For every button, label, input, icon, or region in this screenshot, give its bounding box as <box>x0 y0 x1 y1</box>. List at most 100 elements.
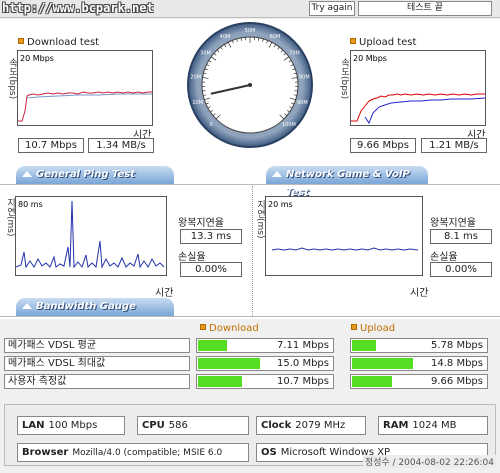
bw-upload-fill <box>352 340 376 351</box>
lan-value: 100 Mbps <box>48 420 98 431</box>
cpu-field: CPU 586 <box>137 416 249 435</box>
ram-value: 1024 MB <box>412 420 457 431</box>
bw-download-fill <box>198 358 260 369</box>
ping-chart: 80 ms <box>15 196 167 276</box>
upload-chart: 20 Mbps <box>350 50 486 126</box>
bw-upload-fill <box>352 376 392 387</box>
lan-field: LAN 100 Mbps <box>17 416 125 435</box>
download-title: Download test <box>18 37 99 48</box>
bullet-icon <box>350 38 356 44</box>
game-loss-label: 손실율 <box>430 252 458 263</box>
gauge-tick-label: 30M <box>200 51 211 57</box>
game-line <box>271 247 419 251</box>
download-scale: 20 Mbps <box>20 54 54 63</box>
ping-line <box>15 200 165 269</box>
arrow-up-icon <box>272 171 282 177</box>
try-again-button[interactable]: Try again <box>309 1 355 16</box>
gauge-tick-label: 80M <box>299 74 310 80</box>
game-rtt-label: 왕복지연율 <box>430 218 476 229</box>
ram-field: RAM 1024 MB <box>378 416 488 435</box>
bw-upload-value: 5.78 Mbps <box>431 340 483 351</box>
upload-title: Upload test <box>350 37 416 48</box>
ping-section-divider <box>0 184 500 185</box>
cpu-label: CPU <box>142 420 165 431</box>
os-label: OS <box>261 447 277 458</box>
download-mbps: 10.7 Mbps <box>18 138 84 153</box>
vertical-divider <box>252 186 253 316</box>
arrow-up-icon <box>22 303 32 309</box>
bw-upload-bar: 14.8 Mbps <box>350 356 488 371</box>
site-url: http://www.bcpark.net <box>2 1 154 15</box>
bw-download-bar: 15.0 Mbps <box>196 356 334 371</box>
speed-gauge: 0 10M 20M 30M 40M 50M 60M 70M 80M 90M 100M <box>187 22 313 148</box>
upload-scale: 20 Mbps <box>353 54 387 63</box>
browser-value: Mozilla/4.0 (compatible; MSIE 6.0 <box>72 448 223 458</box>
gauge-tick-label: 50M <box>245 28 256 34</box>
bw-upload-fill <box>352 358 413 369</box>
test-status-field: 테스트 끝 <box>358 1 492 16</box>
browser-label: Browser <box>22 447 69 458</box>
clock-field: Clock 2079 MHz <box>256 416 366 435</box>
game-chart-svg: 20 ms <box>268 200 419 251</box>
gauge-tick-label: 10M <box>192 100 203 106</box>
gauge-tick-label: 20M <box>190 74 201 80</box>
bw-upload-bar: 9.66 Mbps <box>350 374 488 389</box>
bw-upload-value: 14.8 Mbps <box>431 358 483 369</box>
upload-chart-svg: 20 Mbps <box>351 54 486 125</box>
ping-rtt-value: 13.3 ms <box>180 229 242 244</box>
arrow-up-icon <box>22 171 32 177</box>
bw-download-value: 10.7 Mbps <box>277 376 329 387</box>
bw-row-label: 메가패스 VDSL 평균 <box>4 338 190 353</box>
bw-upload-bar: 5.78 Mbps <box>350 338 488 353</box>
bw-download-header: Download <box>200 323 259 334</box>
bw-download-label: Download <box>209 323 259 334</box>
ram-label: RAM <box>383 420 409 431</box>
upload-line-blue <box>364 97 486 125</box>
bw-upload-label: Upload <box>360 323 396 334</box>
bullet-icon <box>200 324 206 330</box>
download-line-2 <box>26 93 152 99</box>
ping-xlabel: 시간 <box>155 288 174 299</box>
tab-general-ping-test[interactable]: General Ping Test <box>16 166 174 184</box>
game-rtt-value: 8.1 ms <box>430 229 492 244</box>
gauge-tick-label: 0 <box>210 122 213 128</box>
bw-upload-header: Upload <box>351 323 395 334</box>
upload-mbs: 1.21 MB/s <box>421 138 487 153</box>
game-scale: 20 ms <box>268 200 293 209</box>
lan-label: LAN <box>22 420 45 431</box>
bw-row-label: 사용자 측정값 <box>4 374 190 389</box>
upload-title-text: Upload test <box>359 37 417 48</box>
bandwidth-divider <box>0 316 500 317</box>
upload-mbps: 9.66 Mbps <box>350 138 416 153</box>
gauge-tick-label: 100M <box>282 122 296 128</box>
download-title-text: Download test <box>27 37 100 48</box>
download-chart: 20 Mbps <box>17 50 153 126</box>
bw-upload-value: 9.66 Mbps <box>431 376 483 387</box>
bw-download-bar: 10.7 Mbps <box>196 374 334 389</box>
ping-chart-svg: 80 ms <box>15 200 165 269</box>
gauge-tick-label: 90M <box>297 100 308 106</box>
tab-bandwidth-gauge[interactable]: Bandwidth Gauge <box>16 298 174 316</box>
ping-rtt-label: 왕복지연율 <box>178 218 224 229</box>
bw-download-bar: 7.11 Mbps <box>196 338 334 353</box>
game-xlabel: 시간 <box>410 288 429 299</box>
browser-field: Browser Mozilla/4.0 (compatible; MSIE 6.0 <box>17 443 249 462</box>
clock-label: Clock <box>261 420 292 431</box>
download-chart-svg: 20 Mbps <box>18 54 152 122</box>
bw-row-label: 메가패스 VDSL 최대값 <box>4 356 190 371</box>
download-mbs: 1.34 MB/s <box>88 138 154 153</box>
tab-general-ping-label: General Ping Test <box>36 169 136 180</box>
bullet-icon <box>351 324 357 330</box>
cpu-value: 586 <box>168 420 188 431</box>
bw-download-fill <box>198 340 227 351</box>
gauge-tick-label: 60M <box>270 34 281 40</box>
ping-loss-label: 손실율 <box>178 252 206 263</box>
footer-timestamp: 정성수 / 2004-08-02 22:26:04 <box>362 455 496 468</box>
bw-download-fill <box>198 376 242 387</box>
bw-download-value: 7.11 Mbps <box>277 340 329 351</box>
ping-scale: 80 ms <box>18 200 43 209</box>
gauge-tick-label: 70M <box>289 51 300 57</box>
clock-value: 2079 MHz <box>295 420 346 431</box>
tab-network-game-voip-test[interactable]: Network Game & VoIP Test <box>266 166 428 198</box>
game-loss-value: 0.00% <box>430 262 492 277</box>
